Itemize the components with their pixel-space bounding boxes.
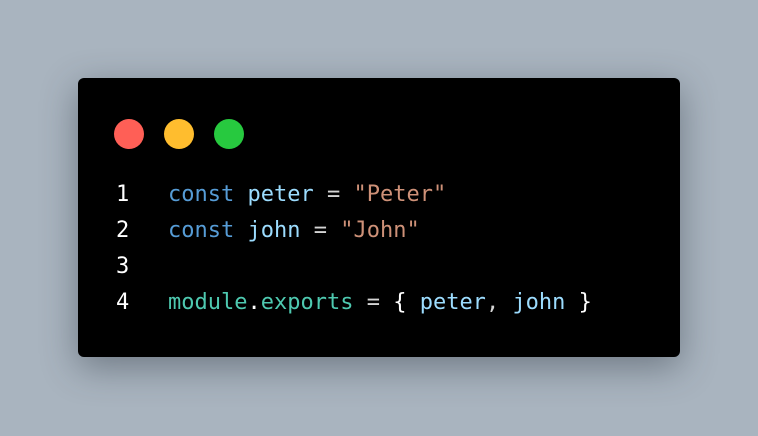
code-token: = (300, 218, 341, 243)
code-token: = (313, 182, 354, 207)
code-token: "Peter" (353, 182, 447, 207)
code-token: } (565, 290, 592, 315)
line-number: 4 (116, 290, 130, 315)
code-token: , (485, 290, 513, 315)
code-token: = (353, 290, 394, 315)
line-content: const peter = "Peter" (168, 177, 446, 213)
code-window: 1 const peter = "Peter" 2 const john = "Joh… (78, 78, 680, 357)
code-token: john (247, 218, 301, 243)
maximize-dot-icon[interactable] (214, 119, 244, 149)
code-token: peter (419, 290, 486, 315)
code-token: const (168, 218, 235, 243)
code-token: const (168, 182, 235, 207)
code-token: { (393, 290, 420, 315)
code-line: 3 (116, 249, 592, 285)
code-token: peter (247, 182, 314, 207)
minimize-dot-icon[interactable] (164, 119, 194, 149)
close-dot-icon[interactable] (114, 119, 144, 149)
line-number: 2 (116, 218, 130, 243)
code-line: 1 const peter = "Peter" (116, 177, 592, 213)
code-token: exports (260, 290, 354, 315)
line-content: module.exports = { peter, john } (168, 285, 592, 321)
line-content: const john = "John" (168, 213, 420, 249)
code-block: 1 const peter = "Peter" 2 const john = "Joh… (116, 177, 592, 321)
line-number: 3 (116, 254, 130, 279)
code-token: . (247, 290, 261, 315)
code-line: 4 module.exports = { peter, john } (116, 285, 592, 321)
code-token: "John" (340, 218, 420, 243)
code-line: 2 const john = "John" (116, 213, 592, 249)
code-token: john (512, 290, 566, 315)
line-number: 1 (116, 182, 130, 207)
code-token: module (168, 290, 248, 315)
